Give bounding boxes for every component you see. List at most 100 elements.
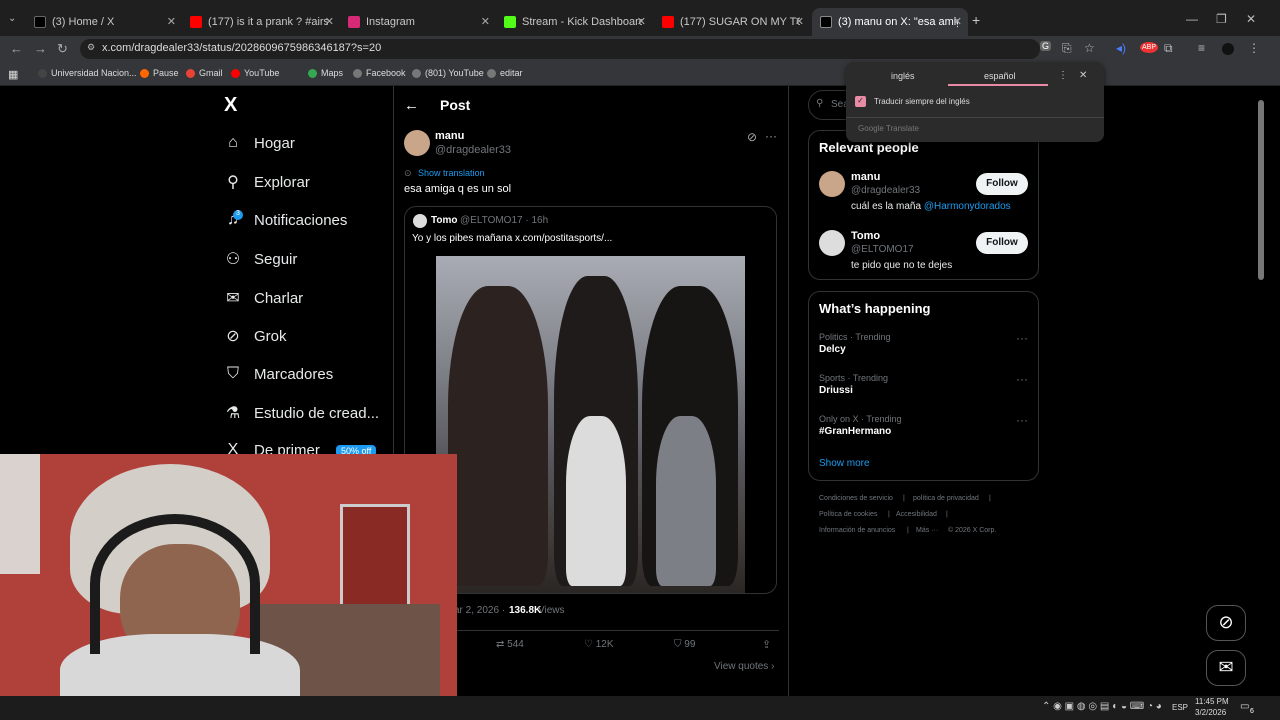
- trend-more-icon[interactable]: ···: [1016, 413, 1028, 427]
- adblock-icon[interactable]: ABP: [1140, 42, 1159, 53]
- cast-icon[interactable]: ⎘: [1062, 41, 1072, 56]
- footer-separator: |: [888, 511, 890, 518]
- apps-icon[interactable]: ▦: [8, 68, 18, 81]
- profile-avatar-icon[interactable]: [1222, 43, 1234, 55]
- quoted-photo[interactable]: [436, 256, 745, 593]
- heart-icon: ♡: [584, 639, 596, 650]
- close-tab-icon[interactable]: ✕: [325, 15, 334, 28]
- bookmark-item[interactable]: YouTube: [231, 68, 279, 78]
- tab-search-icon[interactable]: ⌄: [8, 13, 16, 24]
- translate-tab-source[interactable]: inglés: [891, 71, 915, 81]
- messages-fab-button[interactable]: ✉: [1206, 650, 1246, 686]
- notification-center-icon[interactable]: ▭: [1240, 701, 1249, 712]
- bookmark-item[interactable]: Gmail: [186, 68, 223, 78]
- post-text: esa amiga q es un sol: [404, 183, 512, 195]
- footer-link[interactable]: Política de cookies: [819, 511, 877, 518]
- translate-tab-target[interactable]: español: [984, 71, 1016, 81]
- close-tab-icon[interactable]: ✕: [953, 15, 962, 28]
- page-scrollbar[interactable]: [1258, 100, 1264, 280]
- bookmark-item[interactable]: Universidad Nacion...: [38, 68, 137, 78]
- trend-more-icon[interactable]: ···: [1016, 331, 1028, 345]
- language-indicator[interactable]: ESP: [1172, 703, 1188, 712]
- author-handle[interactable]: @dragdealer33: [435, 144, 511, 156]
- browser-tab-active[interactable]: (3) manu on X: "esa amiga q es✕: [812, 8, 968, 36]
- reload-icon[interactable]: ↻: [57, 41, 68, 57]
- nav-item-creator-studio[interactable]: ⚗ Estudio de cread...: [224, 403, 379, 423]
- back-arrow-icon[interactable]: ←: [404, 97, 419, 114]
- person-name[interactable]: manu: [851, 171, 880, 183]
- browser-tab[interactable]: (3) Home / X ✕: [26, 8, 182, 36]
- puzzle-icon[interactable]: ⧉: [1164, 41, 1173, 56]
- site-info-icon[interactable]: ⚙: [87, 42, 95, 53]
- person-avatar[interactable]: [819, 171, 845, 197]
- person-name[interactable]: Tomo: [851, 230, 880, 242]
- restore-icon[interactable]: ❐: [1216, 12, 1227, 26]
- back-icon[interactable]: ←: [10, 41, 23, 56]
- browser-tab[interactable]: (177) SUGAR ON MY TONGUE✕: [654, 8, 810, 36]
- trend-more-icon[interactable]: ···: [1016, 372, 1028, 386]
- trend-topic[interactable]: Driussi: [819, 385, 853, 396]
- footer-link[interactable]: política de privacidad: [913, 495, 979, 502]
- nav-item-explore[interactable]: ⚲ Explorar: [224, 172, 310, 192]
- close-tab-icon[interactable]: ✕: [637, 15, 646, 28]
- new-tab-icon[interactable]: +: [972, 12, 980, 28]
- follow-button[interactable]: Follow: [976, 173, 1028, 195]
- close-tab-icon[interactable]: ✕: [167, 15, 176, 28]
- tray-icons[interactable]: ⌃ ◉ ▣ ◍ ◎ ▤ ◐ ◒ ⌨ ◔ ◕: [1042, 701, 1162, 712]
- footer-link[interactable]: Información de anuncios: [819, 527, 895, 534]
- taskbar-date[interactable]: 3/2/2026: [1195, 708, 1226, 717]
- close-window-icon[interactable]: ✕: [1246, 12, 1256, 26]
- footer-link[interactable]: Accesibilidad: [896, 511, 937, 518]
- show-more-link[interactable]: Show more: [819, 458, 870, 469]
- search-icon: ⚲: [816, 98, 824, 109]
- close-tab-icon[interactable]: ✕: [481, 15, 490, 28]
- nav-item-bookmarks[interactable]: ⛉ Marcadores: [224, 365, 333, 383]
- forward-icon[interactable]: →: [34, 41, 47, 56]
- taskbar-time[interactable]: 11:45 PM: [1195, 697, 1229, 706]
- x-logo-icon[interactable]: X: [224, 94, 237, 117]
- like-button[interactable]: ♡ 12K: [584, 639, 614, 650]
- share-icon[interactable]: ⇪: [762, 638, 771, 651]
- person-avatar[interactable]: [819, 230, 845, 256]
- media-icon[interactable]: ≡: [1198, 41, 1205, 55]
- follow-button[interactable]: Follow: [976, 232, 1028, 254]
- bookmark-item[interactable]: Pause: [140, 68, 179, 78]
- grok-explain-icon[interactable]: ⊘: [747, 130, 757, 144]
- trend-topic[interactable]: #GranHermano: [819, 426, 891, 437]
- author-name[interactable]: manu: [435, 130, 464, 142]
- browser-tab[interactable]: (177) is it a prank ? #airsoft #ai✕: [182, 8, 340, 36]
- bookmark-item[interactable]: Maps: [308, 68, 343, 78]
- view-quotes-link[interactable]: View quotes ›: [714, 661, 774, 672]
- close-tab-icon[interactable]: ✕: [795, 15, 804, 28]
- translate-close-icon[interactable]: ✕: [1079, 70, 1087, 81]
- bio-mention-link[interactable]: @Harmonydorados: [924, 201, 1011, 212]
- repost-button[interactable]: ⇄ 544: [496, 639, 524, 650]
- extension-icon[interactable]: ◂): [1116, 41, 1126, 55]
- translate-menu-icon[interactable]: ⋮: [1058, 70, 1068, 81]
- nav-item-follow[interactable]: ⚇ Seguir: [224, 249, 298, 269]
- bookmark-favicon-icon: [38, 68, 47, 78]
- show-translation-link[interactable]: Show translation: [418, 168, 485, 178]
- bookmark-button[interactable]: ⛉ 99: [674, 639, 695, 650]
- nav-item-chat[interactable]: ✉ Charlar: [224, 288, 303, 308]
- translate-checkbox[interactable]: ✓: [855, 96, 866, 107]
- grok-fab-button[interactable]: ⊘: [1206, 605, 1246, 641]
- more-options-icon[interactable]: ···: [765, 129, 777, 143]
- footer-link[interactable]: Más ···: [916, 527, 938, 534]
- trend-topic[interactable]: Delcy: [819, 344, 846, 355]
- star-icon[interactable]: ☆: [1084, 41, 1095, 55]
- author-avatar[interactable]: [404, 130, 430, 156]
- nav-item-grok[interactable]: ⊘ Grok: [224, 326, 286, 346]
- bookmark-item[interactable]: (801) YouTube: [412, 68, 484, 78]
- url-input[interactable]: ⚙ x.com/dragdealer33/status/2028609675986…: [80, 39, 1040, 59]
- footer-link[interactable]: Condiciones de servicio: [819, 495, 893, 502]
- bookmark-item[interactable]: Facebook: [353, 68, 406, 78]
- post-divider: [454, 630, 779, 631]
- browser-tab[interactable]: Stream - Kick Dashboard ✕: [496, 8, 652, 36]
- translate-icon[interactable]: G: [1040, 41, 1052, 51]
- bookmark-item[interactable]: editar: [487, 68, 523, 78]
- minimize-icon[interactable]: —: [1186, 12, 1198, 26]
- browser-tab[interactable]: Instagram ✕: [340, 8, 496, 36]
- nav-item-home[interactable]: ⌂ Hogar: [224, 134, 295, 152]
- menu-icon[interactable]: ⋮: [1248, 41, 1260, 55]
